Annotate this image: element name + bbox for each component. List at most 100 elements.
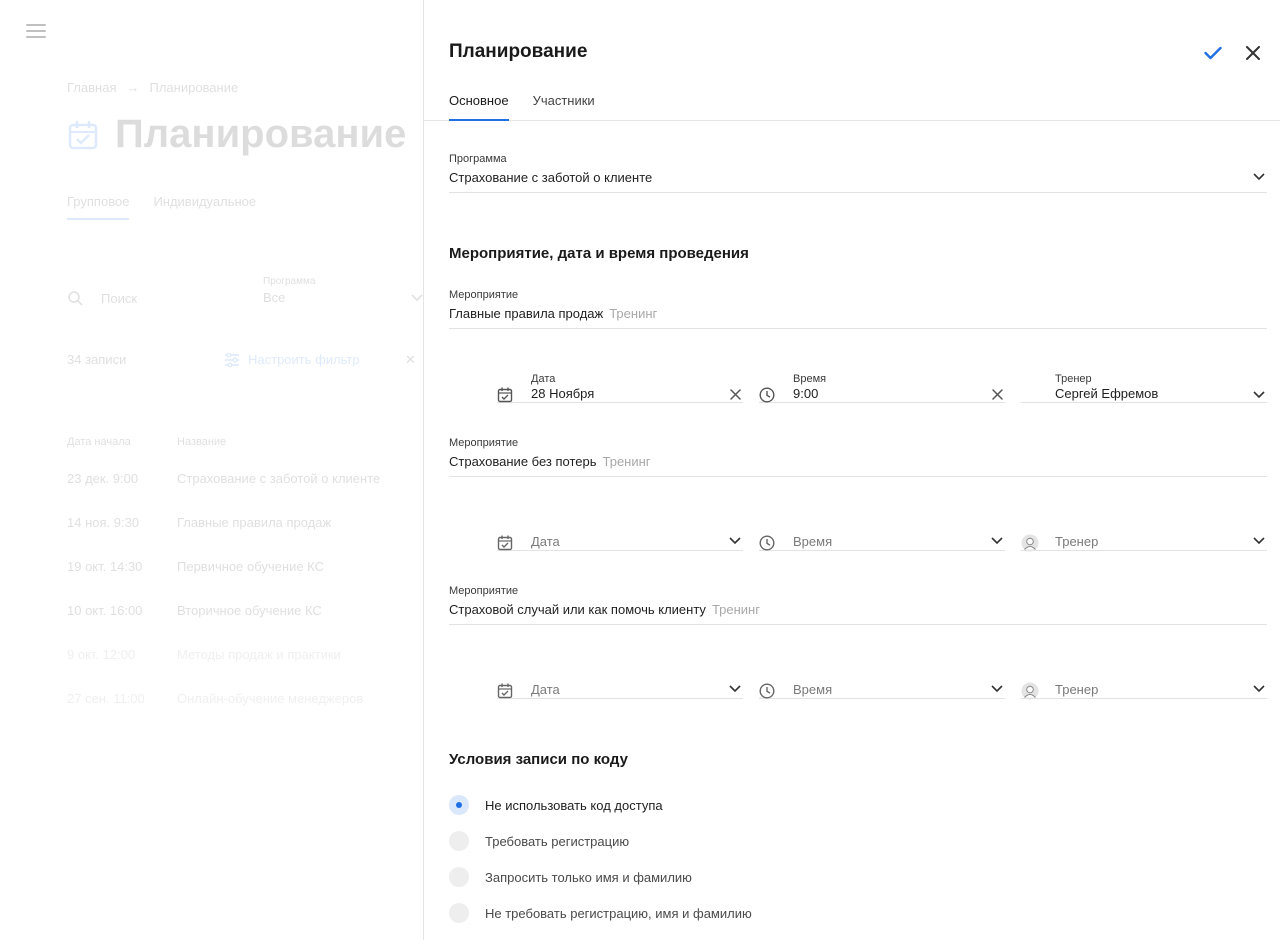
date-field-3[interactable]: Дата [497, 663, 743, 699]
radio-label: Требовать регистрацию [485, 833, 630, 849]
trainer-field-3[interactable]: Тренер [1021, 663, 1267, 700]
trainer-field-1[interactable]: Тренер Сергей Ефремов [1021, 367, 1267, 403]
event-value: Главные правила продаж Тренинг [449, 305, 1267, 323]
event-field-3[interactable]: Мероприятие Страховой случай или как пом… [449, 585, 1267, 625]
planning-drawer: Планирование Основное Участники Программ… [423, 0, 1280, 940]
clock-icon [759, 535, 775, 551]
trainer-label: Тренер [1055, 373, 1092, 385]
close-button[interactable] [1242, 42, 1264, 64]
event-type: Тренинг [609, 306, 658, 321]
program-value: Страхование с заботой о клиенте [449, 170, 653, 185]
clear-icon[interactable] [730, 389, 741, 400]
program-select[interactable]: Программа Все [263, 276, 424, 305]
time-placeholder: Время [793, 682, 833, 697]
check-icon [1204, 46, 1222, 60]
search-input[interactable]: Поиск [67, 290, 137, 306]
event-name: Главные правила продаж [449, 306, 604, 321]
events-table: Дата начала Название 23 дек. 9:00 Страхов… [67, 436, 424, 720]
date-placeholder: Дата [531, 682, 560, 697]
calendar-icon [497, 387, 513, 403]
chevron-down-icon [729, 537, 741, 545]
trainer-field-2[interactable]: Тренер [1021, 515, 1267, 552]
time-label: Время [793, 373, 827, 385]
calendar-icon [497, 535, 513, 551]
event-name: Страховой случай или как помочь клиенту [449, 602, 706, 617]
table-row[interactable]: 23 дек. 9:00 Страхование с заботой о клие… [67, 456, 424, 500]
radio-label: Не использовать код доступа [485, 797, 663, 813]
filter-icon [225, 352, 239, 367]
time-placeholder: Время [793, 534, 833, 549]
confirm-button[interactable] [1202, 42, 1224, 64]
radio-name-only[interactable]: Запросить только имя и фамилию [449, 867, 692, 887]
program-label: Программа [263, 276, 316, 287]
time-value: 9:00 [793, 386, 819, 401]
trainer-value: Сергей Ефремов [1055, 386, 1159, 401]
tab-participants[interactable]: Участники [533, 93, 595, 121]
avatar-icon [1021, 534, 1039, 552]
drawer-title: Планирование [449, 41, 588, 62]
clock-icon [759, 683, 775, 699]
program-value: Все [263, 290, 286, 305]
chevron-down-icon [1253, 685, 1265, 693]
event-field-1[interactable]: Мероприятие Главные правила продаж Тренин… [449, 289, 1267, 329]
date-field-2[interactable]: Дата [497, 515, 743, 551]
chevron-down-icon [411, 294, 423, 302]
avatar-icon [1021, 682, 1039, 700]
radio-no-registration[interactable]: Не требовать регистрацию, имя и фамилию [449, 903, 752, 923]
breadcrumb-home[interactable]: Главная [67, 80, 116, 95]
tab-individual[interactable]: Индивидуальное [153, 194, 256, 220]
trainer-placeholder: Тренер [1055, 682, 1099, 697]
search-icon [68, 291, 83, 306]
clear-icon[interactable] [992, 389, 1003, 400]
filter-button[interactable]: Настроить фильтр [224, 352, 360, 367]
chevron-down-icon [1253, 537, 1265, 545]
event-type: Тренинг [602, 454, 651, 469]
event-field-2[interactable]: Мероприятие Страхование без потерь Тренин… [449, 437, 1267, 477]
program-label: Программа [449, 153, 507, 165]
tab-group[interactable]: Групповое [67, 194, 130, 220]
header-date: Дата начала [67, 436, 131, 448]
event-value: Страховой случай или как помочь клиенту Т… [449, 601, 1267, 619]
table-row[interactable]: 19 окт. 14:30 Первичное обучение КС [67, 544, 424, 588]
page-tabs: Групповое Индивидуальное [67, 194, 280, 220]
time-field-2[interactable]: Время [759, 515, 1005, 551]
radio-button-selected[interactable] [449, 795, 469, 815]
event-name: Страхование без потерь [449, 454, 597, 469]
radio-label: Запросить только имя и фамилию [485, 869, 692, 885]
table-row[interactable]: 10 окт. 16:00 Вторичное обучение КС [67, 588, 424, 632]
menu-icon[interactable] [26, 24, 46, 40]
radio-no-code[interactable]: Не использовать код доступа [449, 795, 663, 815]
event-label: Мероприятие [449, 585, 519, 597]
radio-button[interactable] [449, 867, 469, 887]
table-header: Дата начала Название [67, 436, 424, 456]
time-field-3[interactable]: Время [759, 663, 1005, 699]
event-value: Страхование без потерь Тренинг [449, 453, 1267, 471]
date-field-1[interactable]: Дата 28 Ноября [497, 367, 743, 403]
background-page: Главная → Планирование Планирование Группо… [0, 0, 424, 940]
section-event-title: Мероприятие, дата и время проведения [449, 245, 749, 262]
table-row[interactable]: 9 окт. 12:00 Методы продаж и практики [67, 632, 424, 676]
chevron-down-icon [1253, 391, 1265, 399]
radio-require-registration[interactable]: Требовать регистрацию [449, 831, 629, 851]
event-type: Тренинг [711, 602, 760, 617]
date-value: 28 Ноября [531, 386, 595, 401]
event-label: Мероприятие [449, 437, 519, 449]
chevron-down-icon [1253, 173, 1265, 181]
tab-main[interactable]: Основное [449, 93, 509, 121]
page-title-wrap: Планирование [67, 112, 406, 157]
section-code-title: Условия записи по коду [449, 751, 628, 768]
close-icon [1246, 46, 1260, 60]
clock-icon [759, 387, 775, 403]
time-field-1[interactable]: Время 9:00 [759, 367, 1005, 403]
records-count: 34 записи [67, 352, 127, 367]
radio-label: Не требовать регистрацию, имя и фамилию [485, 905, 752, 921]
radio-button[interactable] [449, 903, 469, 923]
table-row[interactable]: 27 сен. 11:00 Онлайн-обучение менеджеров [67, 676, 424, 720]
program-select[interactable]: Программа Страхование с заботой о клиент… [449, 153, 1267, 193]
calendar-icon [68, 120, 98, 149]
radio-button[interactable] [449, 831, 469, 851]
clear-filter-icon[interactable]: ✕ [405, 352, 416, 368]
breadcrumb: Главная → Планирование [67, 80, 239, 95]
chevron-down-icon [991, 685, 1003, 693]
table-row[interactable]: 14 ноя. 9:30 Главные правила продаж [67, 500, 424, 544]
